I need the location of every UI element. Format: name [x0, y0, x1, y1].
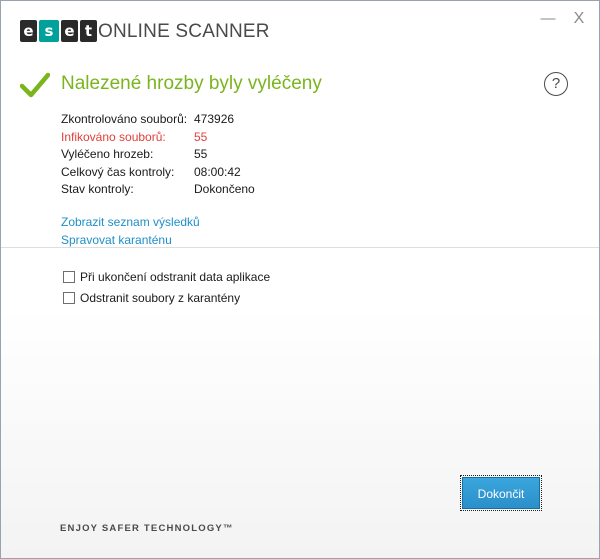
options-list: Při ukončení odstranit data aplikace Ods…: [63, 266, 270, 308]
checkmark-icon: [20, 72, 50, 98]
eset-logo: e s e t: [20, 20, 97, 42]
delete-quarantine-checkbox[interactable]: [63, 291, 75, 304]
logo-letter: e: [61, 20, 78, 42]
stat-label: Vyléčeno hrozeb:: [61, 147, 154, 161]
stat-value: 55: [194, 129, 208, 144]
result-links: Zobrazit seznam výsledků Spravovat karan…: [61, 213, 200, 249]
option-delete-quarantine[interactable]: Odstranit soubory z karantény: [63, 287, 270, 308]
logo-letter: t: [80, 20, 97, 42]
scanner-window: e s e t ONLINE SCANNER — X Nalezené hroz…: [0, 0, 600, 559]
option-label: Při ukončení odstranit data aplikace: [80, 269, 271, 284]
logo-letter: s: [39, 20, 59, 42]
option-label: Odstranit soubory z karantény: [80, 290, 241, 305]
stat-value: 08:00:42: [194, 164, 241, 179]
option-delete-app-data[interactable]: Při ukončení odstranit data aplikace: [63, 266, 270, 287]
minimize-button[interactable]: —: [540, 11, 556, 27]
footer-tagline: ENJOY SAFER TECHNOLOGY™: [60, 523, 234, 534]
stat-label: Infikováno souborů:: [61, 129, 166, 144]
finish-button[interactable]: Dokončit: [460, 475, 542, 511]
stat-value: 473926: [194, 112, 235, 126]
close-button[interactable]: X: [571, 11, 587, 27]
stat-label: Zkontrolováno souborů:: [61, 112, 188, 126]
stat-value: Dokončeno: [194, 182, 255, 196]
product-name: ONLINE SCANNER: [98, 21, 270, 42]
stat-label: Stav kontroly:: [61, 182, 134, 196]
stat-label: Celkový čas kontroly:: [61, 164, 175, 179]
help-icon[interactable]: ?: [544, 72, 568, 96]
divider: [1, 247, 599, 248]
logo-letter: e: [20, 20, 37, 42]
result-title: Nalezené hrozby byly vyléčeny: [61, 73, 322, 94]
delete-app-data-checkbox[interactable]: [63, 270, 75, 283]
show-results-link[interactable]: Zobrazit seznam výsledků: [61, 213, 200, 231]
stat-value: 55: [194, 147, 208, 161]
